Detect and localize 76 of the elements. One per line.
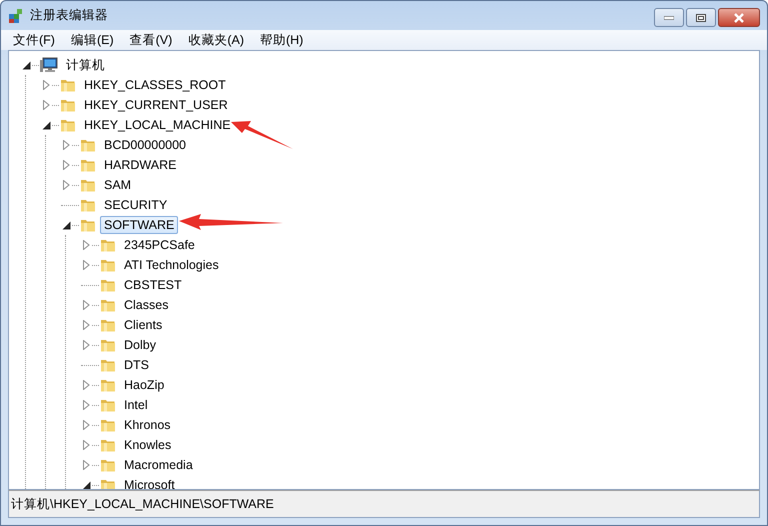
folder-icon: [80, 137, 96, 153]
collapsed-arrow-icon[interactable]: [82, 440, 90, 450]
folder-icon: [100, 477, 116, 489]
collapsed-arrow-icon[interactable]: [82, 400, 90, 410]
minimize-icon: [664, 16, 674, 20]
collapsed-arrow-icon[interactable]: [82, 340, 90, 350]
folder-icon: [100, 397, 116, 413]
tree-item[interactable]: Macromedia: [120, 456, 197, 474]
folder-icon: [100, 277, 116, 293]
tree-item[interactable]: DTS: [120, 356, 153, 374]
expanded-arrow-icon[interactable]: [42, 120, 50, 130]
folder-icon: [100, 357, 116, 373]
expanded-arrow-icon[interactable]: [62, 220, 70, 230]
collapsed-arrow-icon[interactable]: [42, 100, 50, 110]
tree-item[interactable]: SECURITY: [100, 196, 172, 214]
window-title: 注册表编辑器: [30, 7, 108, 24]
tree-item[interactable]: HKEY_CURRENT_USER: [80, 96, 232, 114]
collapsed-arrow-icon[interactable]: [82, 420, 90, 430]
registry-cubes-icon: [8, 8, 24, 24]
tree-item[interactable]: Classes: [120, 296, 172, 314]
folder-icon: [80, 197, 96, 213]
collapsed-arrow-icon[interactable]: [42, 80, 50, 90]
menu-item[interactable]: 文件(F): [9, 30, 59, 50]
tree-item[interactable]: 计算机: [62, 54, 109, 76]
tree-item[interactable]: Intel: [120, 396, 152, 414]
status-path: 计算机\HKEY_LOCAL_MACHINE\SOFTWARE: [11, 496, 274, 512]
expanded-arrow-icon[interactable]: [82, 480, 90, 489]
tree-item[interactable]: Dolby: [120, 336, 160, 354]
tree-item[interactable]: Khronos: [120, 416, 175, 434]
collapsed-arrow-icon[interactable]: [82, 320, 90, 330]
collapsed-arrow-icon[interactable]: [82, 380, 90, 390]
tree-item[interactable]: HKEY_CLASSES_ROOT: [80, 76, 230, 94]
maximize-button[interactable]: [686, 8, 716, 27]
expanded-arrow-icon[interactable]: [22, 60, 30, 70]
close-button[interactable]: [718, 8, 760, 27]
folder-icon: [100, 237, 116, 253]
collapsed-arrow-icon[interactable]: [82, 300, 90, 310]
folder-icon: [60, 97, 76, 113]
menu-item[interactable]: 查看(V): [126, 30, 176, 50]
folder-icon: [100, 317, 116, 333]
folder-icon: [100, 457, 116, 473]
maximize-icon: [696, 14, 706, 22]
folder-icon: [100, 417, 116, 433]
folder-icon: [60, 117, 76, 133]
collapsed-arrow-icon[interactable]: [82, 460, 90, 470]
collapsed-arrow-icon[interactable]: [62, 160, 70, 170]
folder-icon: [100, 257, 116, 273]
folder-icon: [80, 177, 96, 193]
tree-item[interactable]: Knowles: [120, 436, 176, 454]
tree-item[interactable]: 2345PCSafe: [120, 236, 199, 254]
tree-item[interactable]: ATI Technologies: [120, 256, 223, 274]
folder-icon: [60, 77, 76, 93]
collapsed-arrow-icon[interactable]: [82, 240, 90, 250]
tree-item[interactable]: HARDWARE: [100, 156, 180, 174]
menu-item[interactable]: 帮助(H): [256, 30, 308, 50]
tree-item[interactable]: HaoZip: [120, 376, 168, 394]
tree-item[interactable]: SOFTWARE: [100, 216, 178, 234]
tree-item[interactable]: CBSTEST: [120, 276, 186, 294]
minimize-button[interactable]: [654, 8, 684, 27]
tree-item[interactable]: Clients: [120, 316, 166, 334]
folder-icon: [100, 377, 116, 393]
folder-icon: [80, 157, 96, 173]
collapsed-arrow-icon[interactable]: [82, 260, 90, 270]
collapsed-arrow-icon[interactable]: [62, 140, 70, 150]
folder-icon: [80, 217, 96, 233]
folder-icon: [100, 437, 116, 453]
menu-item[interactable]: 编辑(E): [66, 30, 118, 50]
menu-item[interactable]: 收藏夹(A): [184, 30, 248, 50]
folder-icon: [100, 337, 116, 353]
tree-item[interactable]: SAM: [100, 176, 136, 194]
tree-item[interactable]: BCD00000000: [100, 136, 190, 154]
collapsed-arrow-icon[interactable]: [62, 180, 70, 190]
close-icon: [733, 12, 745, 22]
folder-icon: [100, 297, 116, 313]
tree-item[interactable]: Microsoft: [120, 476, 179, 489]
tree-item[interactable]: HKEY_LOCAL_MACHINE: [80, 116, 235, 134]
